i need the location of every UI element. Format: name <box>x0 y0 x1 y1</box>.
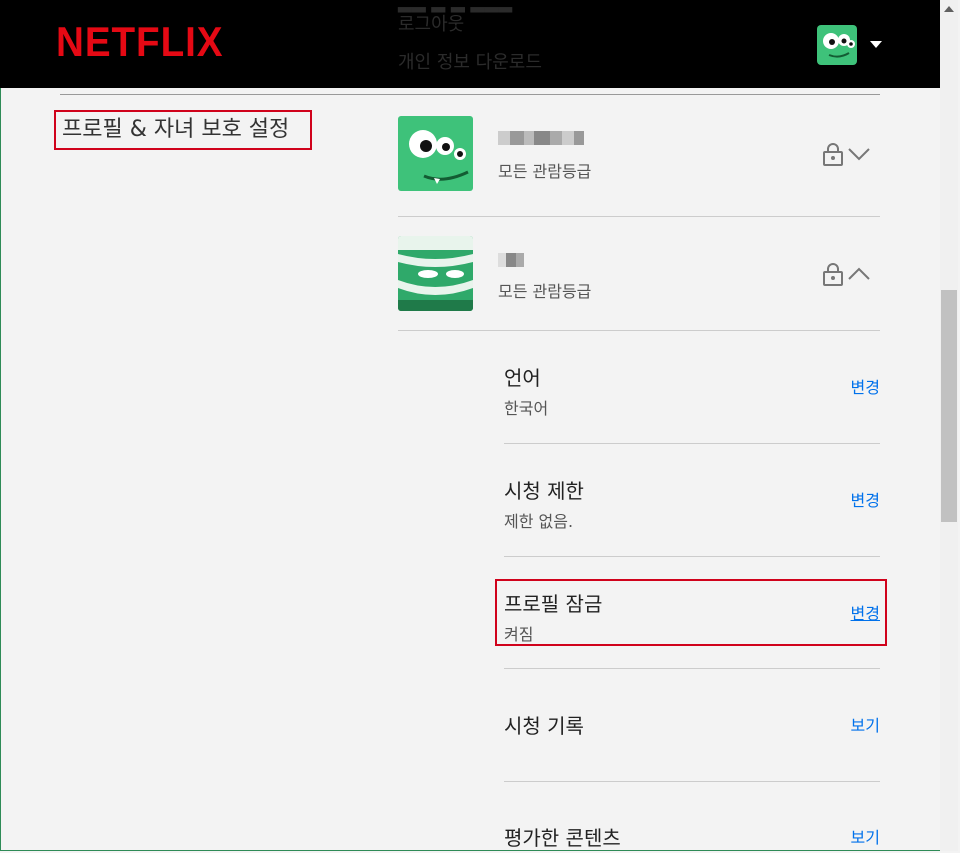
profile-avatar <box>398 236 473 311</box>
setting-profile-lock: 프로필 잠금 켜짐 변경 <box>504 588 880 645</box>
profile-row[interactable]: 모든 관람등급 <box>398 236 880 330</box>
scroll-thumb[interactable] <box>941 290 957 522</box>
scroll-up-arrow-icon[interactable] <box>944 6 954 12</box>
view-history-link[interactable]: 보기 <box>851 712 880 736</box>
green-mummy-avatar-icon <box>398 236 473 311</box>
setting-value: 제한 없음. <box>504 512 574 531</box>
divider <box>398 330 880 331</box>
ghost-menu-item: 로그아웃 <box>398 14 465 35</box>
divider <box>60 94 880 95</box>
setting-value: 한국어 <box>504 399 549 418</box>
divider <box>504 443 880 444</box>
divider <box>398 216 880 217</box>
ghost-menu-item: 개인 정보 다운로드 <box>398 52 542 73</box>
profile-name-blurred <box>498 252 524 267</box>
change-language-link[interactable]: 변경 <box>851 374 880 398</box>
green-monster-avatar-icon <box>398 116 473 191</box>
setting-language: 언어 한국어 변경 <box>504 362 880 419</box>
setting-viewing-history: 시청 기록 보기 <box>504 710 880 739</box>
setting-value: 켜짐 <box>504 625 534 644</box>
setting-title: 시청 기록 <box>504 714 584 738</box>
setting-title: 평가한 콘텐츠 <box>504 826 621 850</box>
change-profile-lock-link[interactable]: 변경 <box>851 600 880 624</box>
divider <box>504 556 880 557</box>
chevron-down-icon[interactable] <box>846 144 872 164</box>
netflix-logo[interactable]: NETFLIX <box>56 18 223 66</box>
chevron-up-icon[interactable] <box>846 264 872 284</box>
profile-rating: 모든 관람등급 <box>498 162 592 181</box>
account-avatar[interactable] <box>817 25 857 65</box>
profile-rating: 모든 관람등급 <box>498 282 592 301</box>
profile-row[interactable]: 모든 관람등급 <box>398 116 880 216</box>
profile-avatar <box>398 116 473 191</box>
divider <box>504 781 880 782</box>
view-ratings-link[interactable]: 보기 <box>851 824 880 848</box>
setting-rated-content: 평가한 콘텐츠 보기 <box>504 822 880 851</box>
lock-icon <box>823 263 843 286</box>
account-menu-caret-icon[interactable] <box>870 41 882 48</box>
setting-viewing-restrictions: 시청 제한 제한 없음. 변경 <box>504 475 880 532</box>
setting-title: 시청 제한 <box>504 479 584 503</box>
divider <box>504 668 880 669</box>
setting-title: 프로필 잠금 <box>504 592 603 616</box>
section-title: 프로필 & 자녀 보호 설정 <box>54 110 312 150</box>
setting-title: 언어 <box>504 366 541 390</box>
change-restrictions-link[interactable]: 변경 <box>851 487 880 511</box>
vertical-scrollbar[interactable] <box>940 0 958 851</box>
top-header: ▂▂ ▂ ▂ ▂▂▂ 로그아웃 개인 정보 다운로드 NETFLIX <box>0 0 940 88</box>
green-monster-avatar-icon <box>817 25 857 65</box>
lock-icon <box>823 143 843 166</box>
profile-name-blurred <box>498 130 584 145</box>
